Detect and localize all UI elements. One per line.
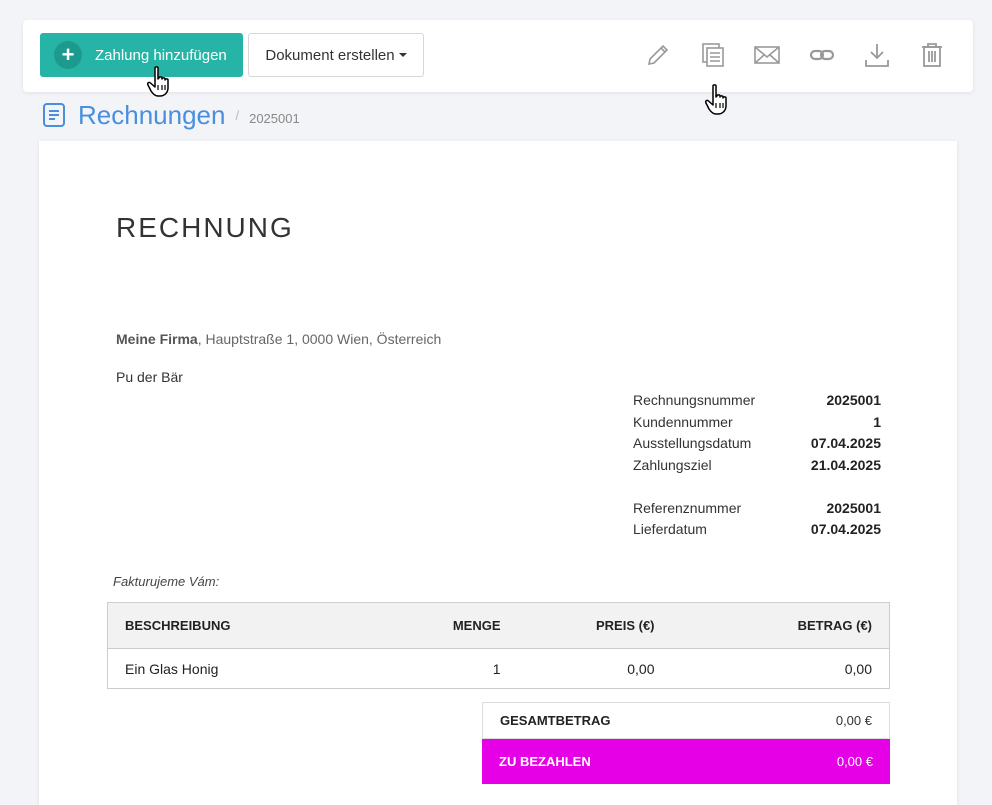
amount-due-value: 0,00 € bbox=[836, 754, 873, 769]
meta-label: Kundennummer bbox=[633, 413, 733, 430]
hand-cursor-icon bbox=[705, 84, 727, 115]
meta-row: Referenznummer 2025001 bbox=[633, 498, 881, 520]
cell-amount: 0,00 bbox=[844, 660, 872, 677]
meta-row: Zahlungsziel 21.04.2025 bbox=[633, 455, 881, 477]
breadcrumb-current: 2025001 bbox=[249, 110, 300, 126]
total-label: GESAMTBETRAG bbox=[500, 713, 611, 728]
meta-label: Ausstellungsdatum bbox=[633, 435, 752, 452]
meta-value: 2025001 bbox=[826, 499, 881, 516]
document-title: RECHNUNG bbox=[116, 212, 294, 243]
meta-row: Rechnungsnummer 2025001 bbox=[633, 390, 881, 412]
meta-value: 07.04.2025 bbox=[810, 521, 881, 538]
invoice-meta: Rechnungsnummer 2025001 Kundennummer 1 Aus… bbox=[633, 390, 881, 541]
meta-label: Referenznummer bbox=[633, 499, 742, 516]
line-items-table: BESCHREIBUNG MENGE PREIS (€) BETRAG (€) … bbox=[107, 602, 890, 689]
cell-price: 0,00 bbox=[627, 660, 655, 677]
sender-name: Meine Firma bbox=[116, 331, 198, 347]
table-row: Ein Glas Honig 1 0,00 0,00 bbox=[108, 649, 890, 689]
caret-down-icon bbox=[398, 53, 407, 57]
trash-icon[interactable] bbox=[918, 41, 946, 69]
sender-address: , Hauptstraße 1, 0000 Wien, Österreich bbox=[197, 331, 442, 347]
document-icon bbox=[43, 103, 65, 127]
meta-value: 21.04.2025 bbox=[810, 457, 881, 474]
breadcrumb-separator: / bbox=[235, 107, 240, 123]
total-row: GESAMTBETRAG 0,00 € bbox=[482, 702, 890, 739]
amount-due-label: ZU BEZAHLEN bbox=[499, 754, 591, 769]
column-header-amount: BETRAG (€) bbox=[671, 602, 890, 649]
copy-icon[interactable] bbox=[699, 41, 727, 69]
column-header-quantity: MENGE bbox=[387, 602, 518, 649]
add-payment-button[interactable]: + Zahlung hinzufügen bbox=[40, 33, 243, 77]
hand-cursor-icon bbox=[147, 66, 169, 97]
plus-icon: + bbox=[54, 41, 82, 69]
amount-due-row: ZU BEZAHLEN 0,00 € bbox=[482, 739, 890, 784]
meta-value: 07.04.2025 bbox=[810, 435, 881, 452]
meta-label: Rechnungsnummer bbox=[633, 392, 756, 408]
recipient-name: Pu der Bär bbox=[116, 369, 183, 385]
invoice-document: RECHNUNG Meine Firma, Hauptstraße 1, 000… bbox=[39, 141, 957, 805]
column-header-description: BESCHREIBUNG bbox=[107, 602, 388, 649]
cell-quantity: 1 bbox=[492, 660, 501, 677]
cell-description: Ein Glas Honig bbox=[125, 660, 219, 677]
total-value: 0,00 € bbox=[835, 713, 872, 728]
meta-row: Kundennummer 1 bbox=[633, 412, 881, 434]
meta-value: 2025001 bbox=[826, 392, 881, 408]
meta-row: Ausstellungsdatum 07.04.2025 bbox=[633, 433, 881, 455]
meta-value: 1 bbox=[873, 413, 881, 430]
mail-icon[interactable] bbox=[753, 41, 781, 69]
sender-line: Meine Firma, Hauptstraße 1, 0000 Wien, Ö… bbox=[116, 331, 441, 347]
breadcrumb: Rechnungen / 2025001 bbox=[42, 99, 300, 131]
meta-row: Lieferdatum 07.04.2025 bbox=[633, 519, 881, 541]
pencil-icon[interactable] bbox=[644, 41, 672, 69]
totals-box: GESAMTBETRAG 0,00 € ZU BEZAHLEN 0,00 € bbox=[482, 702, 890, 784]
intro-text: Fakturujeme Vám: bbox=[113, 574, 220, 589]
breadcrumb-link-invoices[interactable]: Rechnungen bbox=[78, 100, 225, 131]
column-header-price: PREIS (€) bbox=[517, 602, 672, 649]
link-icon[interactable] bbox=[808, 41, 836, 69]
create-document-dropdown[interactable]: Dokument erstellen bbox=[248, 33, 424, 77]
download-icon[interactable] bbox=[863, 41, 891, 69]
table-header-row: BESCHREIBUNG MENGE PREIS (€) BETRAG (€) bbox=[107, 602, 890, 649]
meta-label: Zahlungsziel bbox=[633, 457, 712, 474]
create-document-label: Dokument erstellen bbox=[265, 46, 395, 64]
meta-label: Lieferdatum bbox=[633, 521, 707, 538]
add-payment-label: Zahlung hinzufügen bbox=[95, 46, 227, 64]
